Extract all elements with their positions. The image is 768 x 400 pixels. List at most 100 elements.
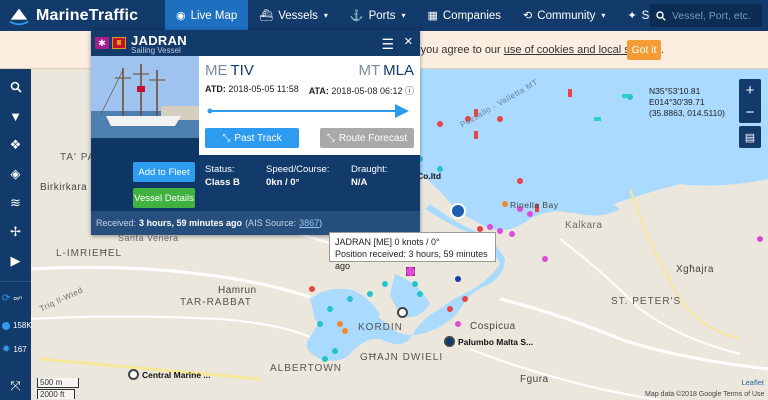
- atd-value: 2018-05-05 11:58: [228, 84, 299, 94]
- map-label-fgura: Fgura: [520, 374, 549, 385]
- refresh-icon: ⟳: [2, 293, 11, 304]
- map-label-ghajn-dwieli: GĦAJN DWIELI: [360, 352, 444, 363]
- zoom-in-button[interactable]: +: [739, 79, 761, 101]
- search-input[interactable]: [672, 9, 756, 22]
- map-label-cospicua: Cospicua: [470, 321, 516, 332]
- popup-header: ✱ JADRAN Sailing Vessel ☰ ✕: [91, 30, 420, 56]
- community-icon: ⟲: [523, 10, 533, 22]
- status-label: Status:: [205, 164, 235, 175]
- filter-icon: ▼: [9, 108, 22, 124]
- departure-port-code: TIV: [230, 62, 254, 79]
- map-label-kordin: KORDIN: [358, 322, 403, 333]
- montenegro-flag-icon: [112, 37, 126, 49]
- map-label-st-peters: ST. PETER'S: [611, 296, 682, 307]
- measure-button[interactable]: ✢: [0, 218, 31, 246]
- poi-central-marine[interactable]: Central Marine ...: [128, 369, 211, 380]
- hamburger-menu-icon[interactable]: ☰: [381, 36, 394, 53]
- building-icon: ▦: [427, 10, 438, 22]
- vessel-details-button[interactable]: Vessel Details: [133, 188, 195, 208]
- ais-source-label: (AIS Source:: [245, 218, 297, 228]
- past-track-button[interactable]: ⤡ Past Track: [205, 128, 299, 148]
- fullscreen-button[interactable]: ⤧: [0, 372, 31, 400]
- nav-vessels[interactable]: ⛴ Vessels ▾: [248, 0, 339, 31]
- map-icon: ▤: [744, 131, 756, 144]
- ship-icon: ⛴: [259, 10, 274, 22]
- add-to-fleet-button[interactable]: Add to Fleet: [133, 162, 195, 182]
- draught-value: N/A: [351, 177, 368, 188]
- playback-button[interactable]: ▶: [0, 247, 31, 275]
- track-icon: ⤡: [222, 132, 231, 144]
- departure-port[interactable]: ME TIV: [205, 62, 254, 79]
- speed-course-value: 0kn / 0°: [266, 177, 300, 188]
- nav-ports[interactable]: ⚓ Ports ▾: [339, 0, 417, 31]
- poi-port[interactable]: [397, 307, 408, 318]
- stat-vessels-label: 158K: [13, 321, 32, 330]
- leaflet-link[interactable]: Leaflet: [741, 378, 764, 387]
- port-icon: [450, 203, 466, 219]
- stat-ports-label: 167: [13, 345, 27, 354]
- gear-icon: ✹: [2, 344, 11, 355]
- lightbulb-icon: ✦: [627, 10, 637, 22]
- poi-palumbo[interactable]: Palumbo Malta S...: [444, 336, 533, 347]
- play-icon: ▶: [10, 253, 21, 268]
- map-label-kalkara: Kalkara: [565, 220, 603, 231]
- stat-ports[interactable]: ✹ 167: [2, 344, 27, 355]
- scale-imperial: 2000 ft: [37, 389, 75, 399]
- map-type-button[interactable]: ▤: [739, 126, 761, 148]
- anchor-icon: ⚓: [349, 10, 364, 22]
- fleets-button[interactable]: ❖: [0, 131, 31, 159]
- coord-lon: E014°30'39.71: [649, 97, 705, 107]
- map-label-xghajra: Xgħajra: [676, 264, 714, 275]
- info-icon[interactable]: ⓘ: [405, 86, 414, 96]
- vessel-photo[interactable]: [91, 56, 199, 138]
- arrival-port[interactable]: MT MLA: [358, 62, 414, 79]
- search-box: [650, 4, 762, 27]
- arrival-port-code: MLA: [383, 62, 414, 79]
- brand[interactable]: MarineTraffic: [0, 5, 165, 27]
- voyage-panel: ME TIV MT MLA ATD: 2018-05-05 11:58 ATA: 2…: [199, 56, 420, 155]
- weather-button[interactable]: ≋: [0, 189, 31, 217]
- chevron-down-icon: ▾: [401, 11, 406, 20]
- filter-button[interactable]: ▼: [0, 102, 31, 130]
- coord-decimal: (35.8863, 014.5110): [649, 108, 725, 118]
- nav-live-map[interactable]: ◉ Live Map: [165, 0, 249, 31]
- stat-density[interactable]: ⟳ ∞ⁿ: [2, 293, 22, 304]
- vessel-popup: ✱ JADRAN Sailing Vessel ☰ ✕ Add to Fleet…: [91, 30, 420, 235]
- map-label-tar-rabbat: TAR-RABBAT: [180, 297, 252, 308]
- cookie-text: es, you agree to our use of cookies and …: [403, 44, 664, 56]
- stat-vessels[interactable]: 158K: [2, 321, 32, 330]
- cookie-accept-button[interactable]: Got it: [627, 40, 661, 60]
- close-icon[interactable]: ✕: [404, 35, 413, 48]
- port-icon-grand-harbour[interactable]: [450, 203, 466, 219]
- search-icon[interactable]: [656, 10, 666, 21]
- left-toolbar: ▼ ❖ ◈ ≋ ✢ ▶ ⟳ ∞ⁿ 158K ✹ 167: [0, 69, 32, 400]
- vessel-info-bar: Status: Class B Speed/Course: 0kn / 0° D…: [199, 155, 420, 211]
- layers-button[interactable]: ◈: [0, 160, 31, 188]
- map-attribution: Map data ©2018 Google Terms of Use: [645, 391, 765, 398]
- layers-icon: ◈: [10, 166, 21, 181]
- toolbar-divider: [0, 281, 31, 282]
- route-forecast-button[interactable]: ⤡ Route Forecast: [320, 128, 414, 148]
- nav-companies-label: Companies: [442, 9, 502, 22]
- received-label: Received:: [96, 218, 137, 228]
- chevron-down-icon: ▾: [601, 11, 606, 20]
- zoom-controls: + −: [739, 79, 761, 123]
- arrival-country-code: MT: [358, 62, 381, 79]
- nav-companies[interactable]: ▦ Companies: [416, 0, 512, 31]
- map-label-rinella-bay: Rinella Bay: [510, 200, 559, 210]
- draught-label: Draught:: [351, 164, 388, 175]
- live-map-icon: ◉: [176, 10, 186, 22]
- ais-source-link[interactable]: 3867: [299, 218, 319, 228]
- stat-density-label: ∞ⁿ: [13, 294, 23, 303]
- main-nav: ◉ Live Map ⛴ Vessels ▾ ⚓ Ports ▾ ▦ Compa…: [165, 0, 710, 31]
- speed-course-label: Speed/Course:: [266, 164, 330, 175]
- nav-live-map-label: Live Map: [190, 9, 238, 22]
- forecast-icon: ⤡: [326, 132, 335, 144]
- vessel-hover-tooltip: JADRAN [ME] 0 knots / 0° Position receiv…: [329, 232, 496, 271]
- nav-community[interactable]: ⟲ Community ▾: [512, 0, 616, 31]
- chevron-down-icon: ▾: [323, 11, 328, 20]
- expand-icon: ⤧: [10, 378, 21, 393]
- sailing-vessel-type-icon: ✱: [95, 37, 109, 49]
- search-toggle[interactable]: [0, 73, 31, 101]
- zoom-out-button[interactable]: −: [739, 101, 761, 123]
